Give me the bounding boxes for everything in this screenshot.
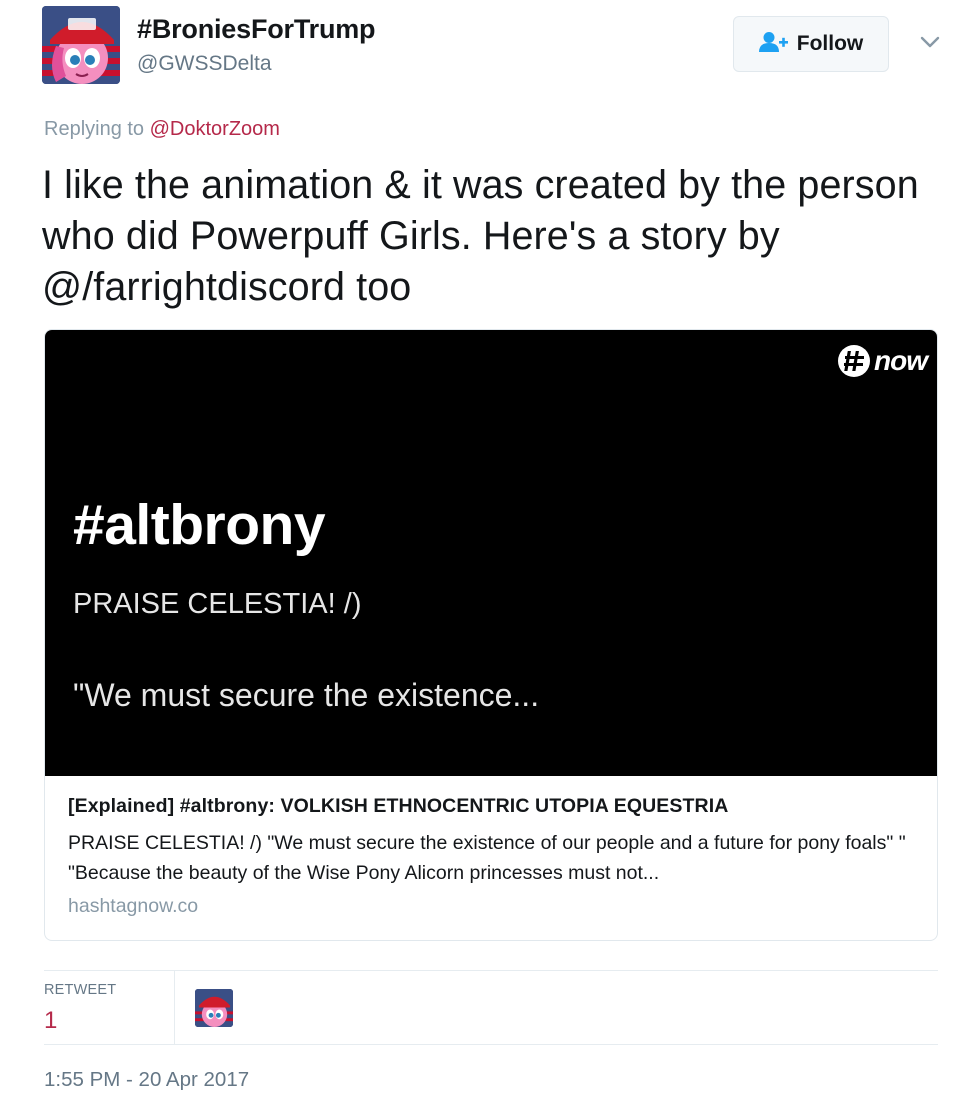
person-add-icon <box>758 31 789 58</box>
user-display-name[interactable]: #BroniesForTrump <box>137 14 376 45</box>
follow-button[interactable]: Follow <box>733 16 889 72</box>
tweet-timestamp[interactable]: 1:55 PM - 20 Apr 2017 <box>44 1068 249 1092</box>
card-description: PRAISE CELESTIA! /) "We must secure the … <box>68 832 906 884</box>
retweet-stat[interactable]: RETWEET 1 <box>44 971 175 1045</box>
reply-mention-link[interactable]: @DoktorZoom <box>150 118 280 140</box>
card-image-quote: "We must secure the existence... <box>73 677 540 713</box>
user-handle[interactable]: @GWSSDelta <box>137 52 272 76</box>
card-body: [Explained] #altbrony: VOLKISH ETHNOCENT… <box>68 795 918 918</box>
tweet-header: #BroniesForTrump @GWSSDelta Follow <box>42 4 942 88</box>
card-image: now #altbrony PRAISE CELESTIA! /) "We mu… <box>45 330 937 776</box>
hashtag-logo-icon <box>838 345 870 377</box>
replying-to-label: Replying to <box>44 118 145 140</box>
retweet-label: RETWEET <box>44 982 117 998</box>
card-title: [Explained] #altbrony: VOLKISH ETHNOCENT… <box>68 795 729 817</box>
chevron-down-icon[interactable] <box>916 32 944 52</box>
retweeter-avatar[interactable] <box>195 989 233 1027</box>
hashtag-now-logo: now <box>837 344 928 378</box>
replying-to: Replying to @DoktorZoom <box>44 118 280 141</box>
link-card[interactable]: now #altbrony PRAISE CELESTIA! /) "We mu… <box>44 329 938 941</box>
follow-button-label: Follow <box>796 32 864 55</box>
user-avatar[interactable] <box>42 6 120 84</box>
retweet-count: 1 <box>44 1007 58 1034</box>
tweet-stats: RETWEET 1 <box>44 970 938 1045</box>
tweet-text: I like the animation & it was created by… <box>42 163 919 309</box>
card-domain: hashtagnow.co <box>68 895 199 917</box>
logo-now-text: now <box>874 345 928 376</box>
card-image-subtitle: PRAISE CELESTIA! /) <box>73 588 362 620</box>
card-image-hashtag: #altbrony <box>73 493 326 557</box>
